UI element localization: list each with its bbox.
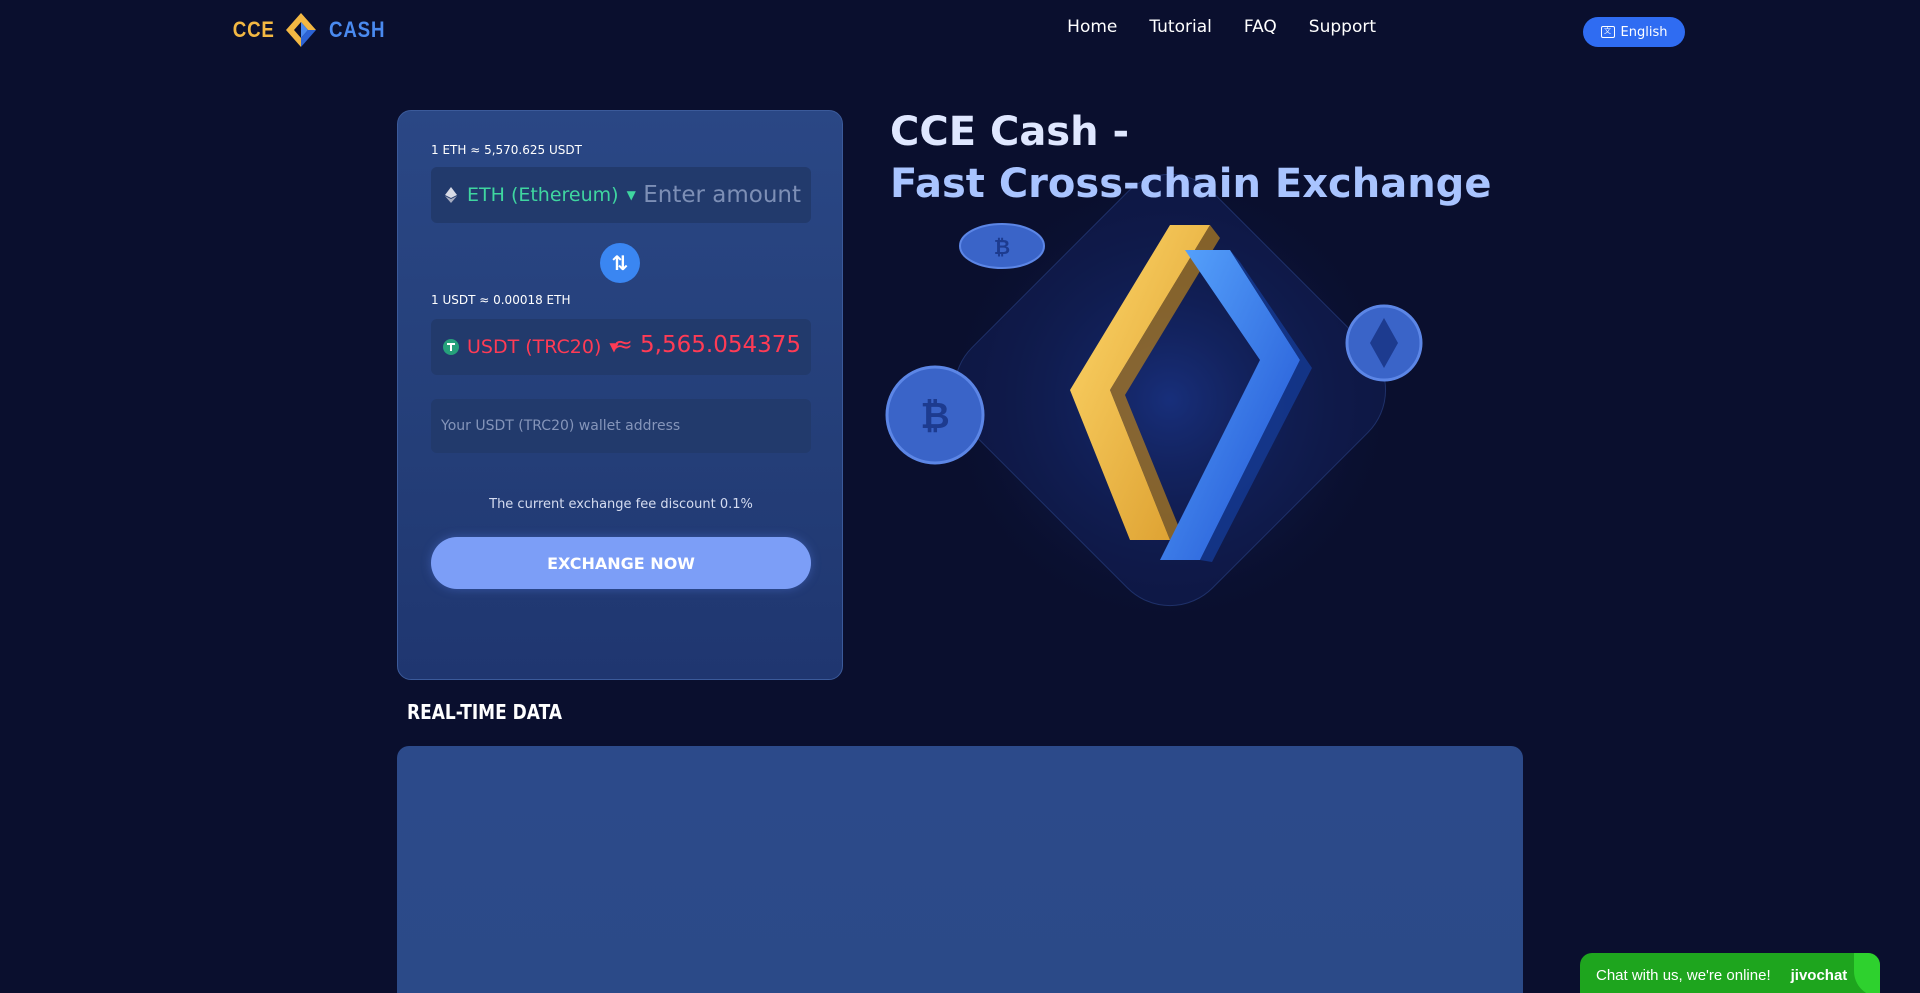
- nav-tutorial[interactable]: Tutorial: [1149, 17, 1212, 37]
- chat-text: Chat with us, we're online!: [1596, 966, 1771, 984]
- realtime-data-title: REAL-TIME DATA: [407, 700, 563, 724]
- logo-mark-icon: [286, 13, 317, 47]
- to-field: USDT (TRC20) ▼ ≈ 5,565.054375: [431, 319, 811, 375]
- realtime-data-panel: [397, 746, 1523, 993]
- chat-corner-decoration: [1854, 953, 1880, 993]
- logo-text-cce: CCE: [232, 17, 275, 42]
- exchange-now-button[interactable]: EXCHANGE NOW: [431, 537, 811, 589]
- rate-to: 1 USDT ≈ 0.00018 ETH: [431, 293, 571, 307]
- language-label: English: [1620, 24, 1668, 40]
- rate-from: 1 ETH ≈ 5,570.625 USDT: [431, 143, 582, 157]
- swap-button[interactable]: ⇅: [600, 243, 640, 283]
- tether-icon: [443, 339, 459, 355]
- to-coin-label: USDT (TRC20): [467, 336, 602, 358]
- bitcoin-coin-large: ₿: [885, 365, 985, 465]
- wallet-address-input[interactable]: [431, 399, 811, 453]
- swap-arrows-icon: ⇅: [611, 251, 629, 275]
- nav-home[interactable]: Home: [1067, 17, 1117, 37]
- to-coin-select[interactable]: USDT (TRC20) ▼: [443, 319, 619, 375]
- result-amount: ≈ 5,565.054375: [613, 332, 801, 358]
- svg-text:₿: ₿: [994, 235, 1010, 259]
- bitcoin-coin-small: ₿: [959, 223, 1045, 269]
- from-coin-label: ETH (Ethereum): [467, 184, 619, 206]
- site-header: CCE CASH Home Tutorial FAQ Support 文 Eng…: [0, 0, 1920, 62]
- hero-title-line-1: CCE Cash -: [890, 109, 1130, 155]
- language-icon: 文: [1600, 26, 1615, 38]
- amount-input[interactable]: [641, 167, 801, 223]
- logo-text-cash: CASH: [329, 17, 386, 42]
- from-field: ETH (Ethereum) ▼: [431, 167, 811, 223]
- nav-support[interactable]: Support: [1309, 17, 1376, 37]
- chevron-down-icon: ▼: [626, 188, 636, 202]
- fee-discount-text: The current exchange fee discount 0.1%: [489, 497, 753, 512]
- svg-text:₿: ₿: [920, 396, 949, 437]
- hero-title: CCE Cash - Fast Cross-chain Exchange: [890, 106, 1491, 210]
- ethereum-icon: [443, 187, 459, 203]
- chat-brand: jivochat: [1790, 966, 1848, 984]
- ethereum-coin: [1345, 304, 1423, 382]
- chat-widget[interactable]: Chat with us, we're online! jivochat: [1580, 953, 1880, 993]
- logo[interactable]: CCE CASH: [229, 10, 391, 50]
- hero-title-line-2: Fast Cross-chain Exchange: [890, 161, 1492, 207]
- language-button[interactable]: 文 English: [1583, 17, 1685, 47]
- exchange-card: 1 ETH ≈ 5,570.625 USDT ETH (Ethereum) ▼ …: [397, 110, 843, 680]
- from-coin-select[interactable]: ETH (Ethereum) ▼: [443, 167, 636, 223]
- nav-faq[interactable]: FAQ: [1244, 17, 1277, 37]
- main-nav: Home Tutorial FAQ Support: [1067, 17, 1376, 37]
